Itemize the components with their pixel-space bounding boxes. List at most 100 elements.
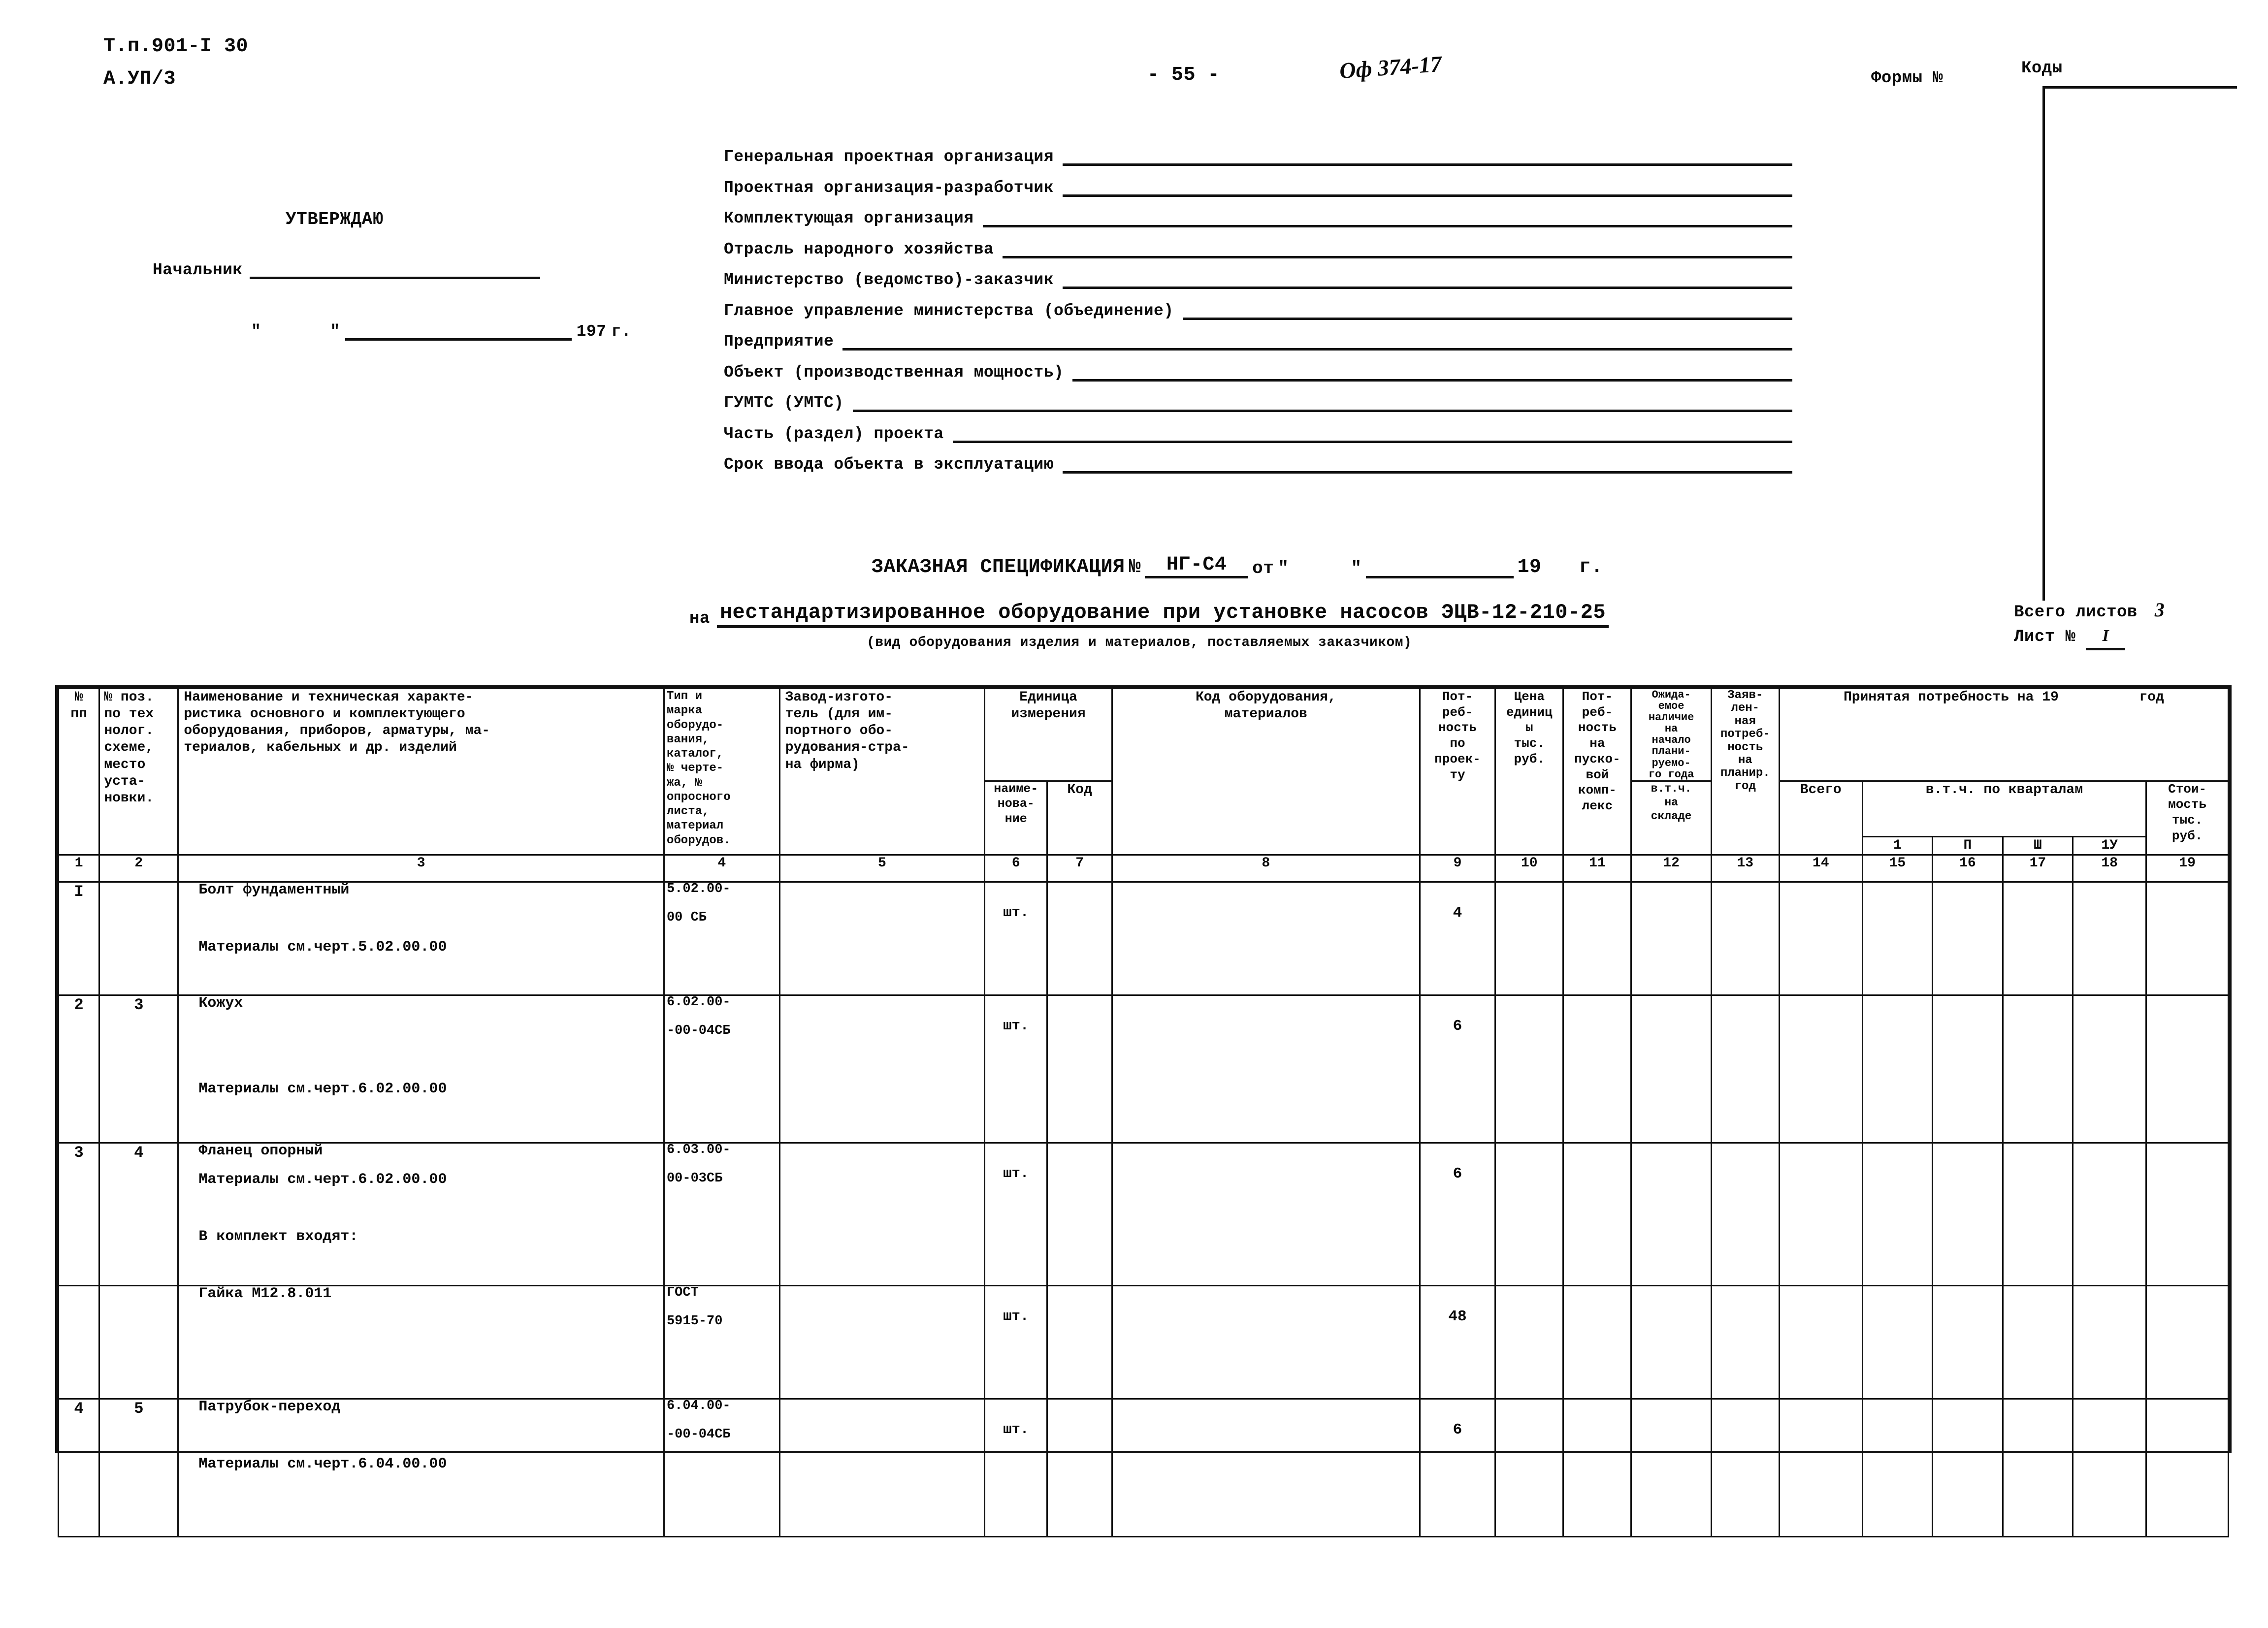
cell-unit[interactable]: шт. [984, 994, 1048, 1144]
spec-subject[interactable]: нестандартизированное оборудование при у… [716, 601, 1609, 628]
field-input-line[interactable] [1063, 459, 1792, 474]
cell-cost[interactable] [2145, 881, 2229, 996]
cell-name[interactable]: Фланец опорный Материалы см.черт.6.02.00.… [177, 1142, 665, 1286]
cell-quarter-1[interactable] [1861, 881, 1934, 996]
cell-equipment-code[interactable] [1111, 881, 1421, 996]
cell-accepted-total[interactable] [1778, 1142, 1863, 1286]
cell-type-mark[interactable]: 6.02.00- -00-04СБ [663, 994, 780, 1144]
cell-unit[interactable]: шт. [984, 1398, 1048, 1537]
cell-need-project[interactable]: 6 [1419, 1398, 1496, 1537]
cell-type-mark[interactable]: 5.02.00- 00 СБ [663, 881, 780, 996]
cell-quarter-1[interactable] [1861, 1284, 1934, 1400]
cell-unit-price[interactable] [1494, 881, 1564, 996]
spec-date-line[interactable] [1365, 564, 1514, 578]
field-input-line[interactable] [1063, 152, 1792, 166]
cell-expected-stock[interactable] [1630, 1142, 1712, 1286]
field-input-line[interactable] [1063, 183, 1792, 197]
cell-quarter-2[interactable] [1932, 881, 2004, 996]
cell-equipment-code[interactable] [1111, 1284, 1421, 1400]
approval-date-line[interactable] [345, 325, 572, 341]
cell-declared-need[interactable] [1710, 881, 1780, 996]
cell-unit-code[interactable] [1046, 994, 1113, 1144]
cell-quarter-2[interactable] [1932, 1142, 2004, 1286]
field-input-line[interactable] [842, 336, 1792, 351]
field-input-line[interactable] [1003, 244, 1792, 258]
cell-row-number[interactable]: 4 [57, 1398, 100, 1537]
cell-declared-need[interactable] [1710, 1142, 1780, 1286]
cell-expected-stock[interactable] [1630, 994, 1712, 1144]
cell-unit-code[interactable] [1046, 1142, 1113, 1286]
cell-row-number[interactable]: 2 [57, 994, 100, 1144]
cell-accepted-total[interactable] [1778, 1284, 1863, 1400]
cell-manufacturer[interactable] [778, 1284, 986, 1400]
cell-quarter-4[interactable] [2072, 881, 2147, 996]
cell-unit-price[interactable] [1494, 1142, 1564, 1286]
field-input-line[interactable] [952, 429, 1792, 443]
cell-accepted-total[interactable] [1778, 1398, 1863, 1537]
cell-need-startup[interactable] [1562, 1284, 1632, 1400]
cell-equipment-code[interactable] [1111, 1398, 1421, 1537]
cell-manufacturer[interactable] [778, 1398, 986, 1537]
cell-manufacturer[interactable] [778, 881, 986, 996]
cell-quarter-3[interactable] [2002, 994, 2074, 1144]
cell-quarter-3[interactable] [2002, 1142, 2074, 1286]
cell-quarter-4[interactable] [2072, 1398, 2147, 1537]
cell-need-startup[interactable] [1562, 881, 1632, 996]
cell-quarter-2[interactable] [1932, 1398, 2004, 1537]
cell-quarter-1[interactable] [1861, 1142, 1934, 1286]
cell-quarter-2[interactable] [1932, 1284, 2004, 1400]
cell-row-number[interactable]: I [57, 881, 100, 996]
cell-quarter-3[interactable] [2002, 1284, 2074, 1400]
cell-quarter-4[interactable] [2072, 1142, 2147, 1286]
cell-position[interactable]: 3 [98, 994, 179, 1144]
cell-position[interactable]: 5 [98, 1398, 179, 1537]
cell-type-mark[interactable]: 6.03.00- 00-03СБ [663, 1142, 780, 1286]
field-input-line[interactable] [852, 398, 1792, 412]
cell-need-project[interactable]: 48 [1419, 1284, 1496, 1400]
cell-type-mark[interactable]: 6.04.00- -00-04СБ [663, 1398, 780, 1537]
cell-declared-need[interactable] [1710, 1284, 1780, 1400]
cell-need-startup[interactable] [1562, 994, 1632, 1144]
cell-equipment-code[interactable] [1111, 994, 1421, 1144]
cell-unit[interactable]: шт. [984, 881, 1048, 996]
cell-cost[interactable] [2145, 1142, 2229, 1286]
cell-expected-stock[interactable] [1630, 1284, 1712, 1400]
cell-quarter-4[interactable] [2072, 1284, 2147, 1400]
cell-row-number[interactable]: 3 [57, 1142, 100, 1286]
cell-quarter-3[interactable] [2002, 1398, 2074, 1537]
cell-quarter-3[interactable] [2002, 881, 2074, 996]
spec-number[interactable]: НГ-С4 [1145, 554, 1249, 578]
field-input-line[interactable] [1182, 306, 1792, 320]
cell-need-project[interactable]: 4 [1419, 881, 1496, 996]
cell-unit-code[interactable] [1046, 1398, 1113, 1537]
field-input-line[interactable] [1063, 275, 1792, 289]
cell-unit[interactable]: шт. [984, 1284, 1048, 1400]
cell-quarter-4[interactable] [2072, 994, 2147, 1144]
cell-need-startup[interactable] [1562, 1398, 1632, 1537]
cell-quarter-2[interactable] [1932, 994, 2004, 1144]
cell-cost[interactable] [2145, 1398, 2229, 1537]
cell-declared-need[interactable] [1710, 1398, 1780, 1537]
cell-manufacturer[interactable] [778, 1142, 986, 1286]
chief-signature-line[interactable] [249, 262, 540, 279]
cell-unit-code[interactable] [1046, 1284, 1113, 1400]
cell-position[interactable] [98, 881, 179, 996]
cell-name[interactable]: Патрубок-переход Материалы см.черт.6.04.0… [177, 1398, 665, 1537]
cell-need-startup[interactable] [1562, 1142, 1632, 1286]
cell-expected-stock[interactable] [1630, 881, 1712, 996]
cell-equipment-code[interactable] [1111, 1142, 1421, 1286]
cell-accepted-total[interactable] [1778, 994, 1863, 1144]
cell-need-project[interactable]: 6 [1419, 1142, 1496, 1286]
cell-manufacturer[interactable] [778, 994, 986, 1144]
cell-quarter-1[interactable] [1861, 1398, 1934, 1537]
cell-position[interactable]: 4 [98, 1142, 179, 1286]
cell-need-project[interactable]: 6 [1419, 994, 1496, 1144]
cell-unit-price[interactable] [1494, 1284, 1564, 1400]
cell-unit-price[interactable] [1494, 994, 1564, 1144]
cell-row-number[interactable] [57, 1284, 100, 1400]
cell-cost[interactable] [2145, 1284, 2229, 1400]
cell-accepted-total[interactable] [1778, 881, 1863, 996]
cell-type-mark[interactable]: ГОСТ 5915-70 [663, 1284, 780, 1400]
cell-expected-stock[interactable] [1630, 1398, 1712, 1537]
cell-unit-code[interactable] [1046, 881, 1113, 996]
